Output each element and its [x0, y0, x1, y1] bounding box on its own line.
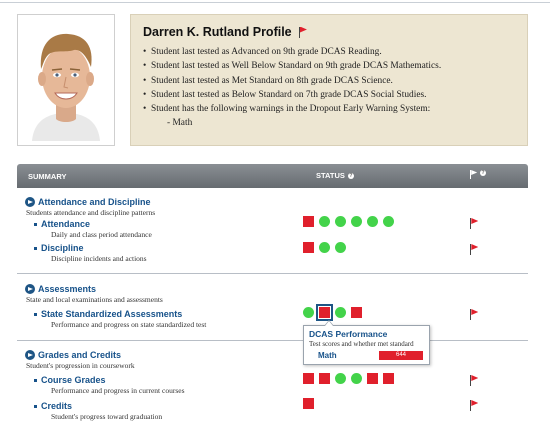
top-rule	[0, 2, 550, 3]
item-title-discipline[interactable]: Discipline	[17, 243, 528, 253]
profile-bullet: Student last tested as Advanced on 9th g…	[143, 45, 515, 60]
item-attendance: Attendance Daily and class period attend…	[17, 216, 528, 239]
section-description: Student's progression in coursework	[26, 361, 135, 370]
section-description: Students attendance and discipline patte…	[26, 208, 156, 217]
status-green-indicator[interactable]	[303, 307, 314, 318]
profile-bullet: Student last tested as Below Standard on…	[143, 88, 515, 103]
section-assessments: Assessments State and local examinations…	[17, 284, 528, 304]
status-green-indicator[interactable]	[335, 242, 346, 253]
profile-bullet: Student last tested as Met Standard on 8…	[143, 74, 515, 89]
help-icon[interactable]: ?	[480, 170, 486, 176]
section-grades-heading[interactable]: Grades and Credits	[17, 350, 528, 360]
status-red-indicator[interactable]	[319, 373, 330, 384]
student-portrait-image	[22, 19, 110, 141]
profile-bullet-list: Student last tested as Advanced on 9th g…	[143, 45, 515, 131]
section-divider	[17, 340, 528, 341]
status-red-indicator[interactable]	[303, 373, 314, 384]
status-red-indicator[interactable]	[303, 216, 314, 227]
tooltip-description: Test scores and whether met standard	[309, 340, 414, 348]
item-title-course-grades[interactable]: Course Grades	[17, 375, 528, 385]
item-state-standardized-assessments: State Standardized Assessments Performan…	[17, 304, 528, 329]
status-column-header: STATUS ?	[316, 171, 354, 180]
status-green-indicator[interactable]	[335, 373, 346, 384]
status-indicators	[303, 304, 362, 321]
section-attendance-heading[interactable]: Attendance and Discipline	[17, 197, 528, 207]
flag-icon	[298, 26, 308, 38]
item-title-state-standardized-assessments[interactable]: State Standardized Assessments	[17, 309, 528, 319]
section-assessments-heading[interactable]: Assessments	[17, 284, 528, 294]
item-title-credits[interactable]: Credits	[17, 401, 528, 411]
flag-icon	[470, 170, 478, 179]
item-description: Student's progress toward graduation	[51, 412, 163, 421]
flag-icon[interactable]	[470, 218, 479, 229]
item-description: Discipline incidents and actions	[51, 254, 147, 263]
item-discipline: Discipline Discipline incidents and acti…	[17, 242, 528, 263]
tooltip-subject[interactable]: Math	[309, 351, 379, 360]
section-title[interactable]: Attendance and Discipline	[38, 197, 151, 207]
profile-name: Darren K. Rutland Profile	[143, 25, 292, 39]
status-green-indicator[interactable]	[335, 216, 346, 227]
status-green-indicator[interactable]	[335, 307, 346, 318]
flag-icon[interactable]	[470, 375, 479, 386]
student-photo	[17, 14, 115, 146]
status-red-indicator[interactable]	[383, 373, 394, 384]
status-green-indicator[interactable]	[319, 242, 330, 253]
status-green-indicator[interactable]	[367, 216, 378, 227]
status-green-indicator[interactable]	[383, 216, 394, 227]
arrow-right-circle-icon[interactable]	[25, 284, 35, 294]
help-icon[interactable]: ?	[347, 172, 354, 179]
warning-sub-item: - Math	[167, 118, 193, 129]
item-description: Performance and progress in current cour…	[51, 386, 185, 395]
status-green-indicator[interactable]	[319, 216, 330, 227]
section-divider	[17, 273, 528, 274]
status-green-indicator[interactable]	[351, 216, 362, 227]
status-red-indicator[interactable]	[303, 242, 314, 253]
item-credits: Credits Student's progress toward gradua…	[17, 398, 528, 421]
status-red-indicator[interactable]	[316, 304, 333, 321]
dcas-performance-tooltip: DCAS Performance Test scores and whether…	[303, 320, 430, 365]
profile-title-row: Darren K. Rutland Profile	[143, 25, 515, 39]
score-bar: 644	[379, 351, 423, 360]
status-red-indicator[interactable]	[367, 373, 378, 384]
flag-column-header: ?	[470, 170, 486, 179]
summary-table-header: SUMMARY STATUS ? ?	[17, 164, 528, 188]
flag-icon[interactable]	[470, 244, 479, 255]
item-course-grades: Course Grades Performance and progress i…	[17, 373, 528, 395]
section-attendance-discipline: Attendance and Discipline Students atten…	[17, 197, 528, 217]
status-indicators	[303, 398, 314, 409]
section-title[interactable]: Assessments	[38, 284, 96, 294]
section-title[interactable]: Grades and Credits	[38, 350, 121, 360]
flag-icon[interactable]	[470, 400, 479, 411]
status-red-indicator[interactable]	[351, 307, 362, 318]
status-indicators	[303, 373, 394, 384]
status-column-label: STATUS	[316, 171, 345, 180]
arrow-right-circle-icon[interactable]	[25, 197, 35, 207]
flag-icon[interactable]	[470, 309, 479, 320]
profile-bullet: Student last tested as Well Below Standa…	[143, 59, 515, 74]
status-indicators	[303, 216, 394, 227]
arrow-right-circle-icon[interactable]	[25, 350, 35, 360]
item-title-attendance[interactable]: Attendance	[17, 219, 528, 229]
item-description: Daily and class period attendance	[51, 230, 152, 239]
item-description: Performance and progress on state standa…	[51, 320, 207, 329]
status-green-indicator[interactable]	[351, 373, 362, 384]
profile-summary-panel: Darren K. Rutland Profile Student last t…	[130, 14, 528, 146]
status-indicators	[303, 242, 346, 253]
section-grades-credits: Grades and Credits Student's progression…	[17, 350, 528, 370]
tooltip-score-row: Math 644	[309, 351, 424, 360]
profile-bullet: Student has the following warnings in th…	[143, 102, 515, 117]
summary-column-header: SUMMARY	[28, 172, 67, 181]
section-description: State and local examinations and assessm…	[26, 295, 163, 304]
status-red-indicator[interactable]	[303, 398, 314, 409]
tooltip-title: DCAS Performance	[309, 329, 388, 339]
